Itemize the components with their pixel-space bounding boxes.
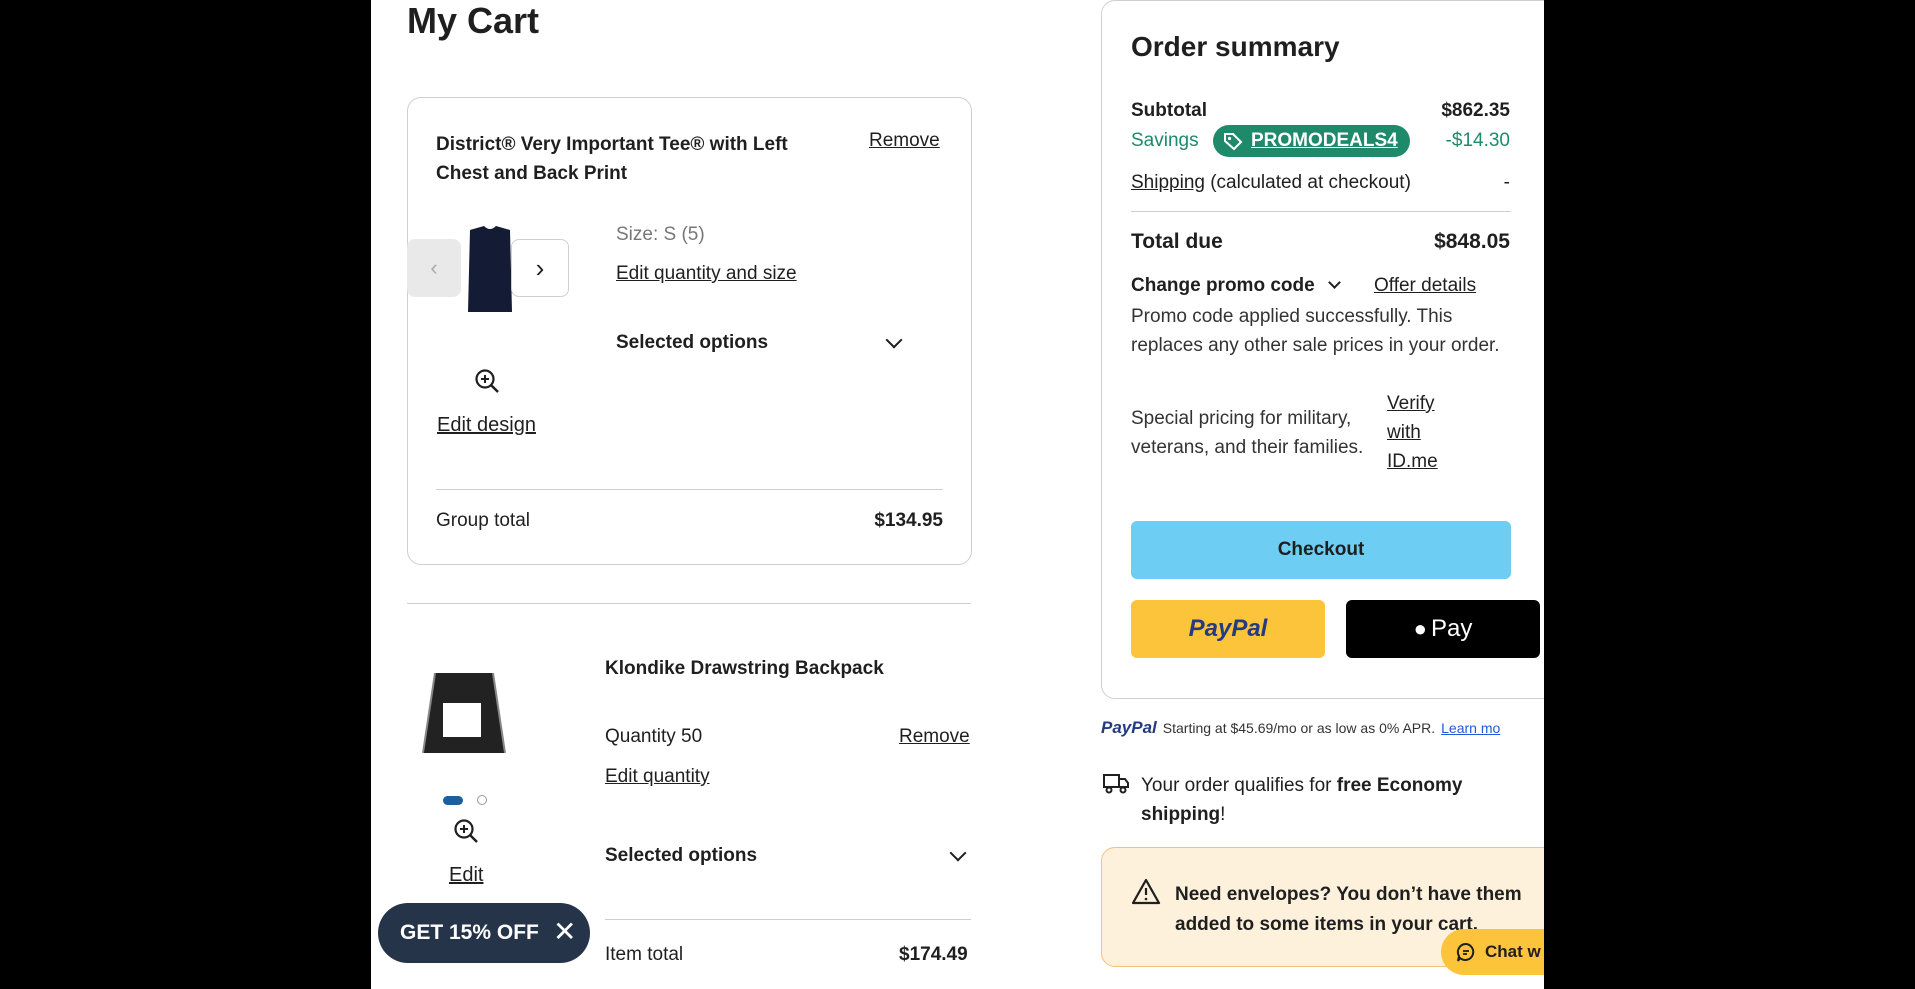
zoom-in-icon[interactable] <box>474 368 500 394</box>
free-shipping-bold: free Economy <box>1336 775 1463 796</box>
free-shipping-bold: shipping <box>1141 804 1221 825</box>
chevron-right-icon: › <box>535 252 545 283</box>
chevron-left-icon: ‹ <box>430 255 438 280</box>
shipping-row: Shipping (calculated at checkout) <box>1131 172 1411 194</box>
divider <box>436 489 943 490</box>
product-name: Klondike Drawstring Backpack <box>605 658 884 679</box>
shipping-link[interactable]: Shipping <box>1131 172 1205 193</box>
apple-icon: ● <box>1413 616 1427 641</box>
learn-more-link[interactable]: Learn mo <box>1441 720 1500 736</box>
edit-quantity-size-link[interactable]: Edit quantity and size <box>616 263 797 285</box>
chat-button[interactable]: Chat w <box>1441 929 1544 975</box>
carousel-dot[interactable] <box>477 795 487 805</box>
paypal-button[interactable]: PayPal <box>1131 600 1325 658</box>
paypal-note: Starting at $45.69/mo or as low as 0% AP… <box>1162 720 1436 736</box>
promo-pill-label: GET 15% OFF <box>400 921 539 944</box>
free-shipping-message: Your order qualifies for free Economy sh… <box>1141 771 1462 829</box>
verify-idme-link[interactable]: Verify with ID.me <box>1387 389 1438 476</box>
edit-link[interactable]: Edit <box>449 864 483 887</box>
promo-message-line: replaces any other sale prices in your o… <box>1131 335 1500 356</box>
verify-link-line: Verify <box>1387 393 1435 414</box>
item-total-label: Item total <box>605 944 684 965</box>
promo-pill[interactable]: GET 15% OFF ✕ <box>378 903 590 963</box>
verify-link-line: ID.me <box>1387 451 1438 472</box>
subtotal-label: Subtotal <box>1131 100 1207 121</box>
order-summary-card: Order summary Subtotal $862.35 Savings P… <box>1101 0 1544 699</box>
chevron-down-icon[interactable] <box>885 331 903 349</box>
checkout-button[interactable]: Checkout <box>1131 521 1511 579</box>
shipping-note: (calculated at checkout) <box>1210 172 1411 193</box>
zoom-in-icon[interactable] <box>453 818 479 844</box>
page-title: My Cart <box>407 0 540 41</box>
chevron-down-icon[interactable] <box>949 844 967 862</box>
promo-message: Promo code applied successfully. This re… <box>1131 302 1500 360</box>
special-pricing-line: Special pricing for military, <box>1131 408 1352 429</box>
carousel-prev-button[interactable]: ‹ <box>407 239 461 297</box>
savings-value: -$14.30 <box>1445 130 1510 151</box>
size-text: Size: S (5) <box>616 224 705 245</box>
special-pricing-line: veterans, and their families. <box>1131 437 1364 458</box>
free-shipping-text: Your order qualifies for <box>1141 775 1337 796</box>
verify-link-line: with <box>1387 422 1421 443</box>
cart-item-card: District® Very Important Tee® with Left … <box>407 97 972 565</box>
item-total-value: $174.49 <box>899 944 968 965</box>
group-total-label: Group total <box>436 510 530 531</box>
selected-options-toggle[interactable]: Selected options <box>616 332 768 354</box>
chat-icon <box>1456 942 1475 962</box>
product-name-line: Chest and Back Print <box>436 163 628 184</box>
carousel-next-button[interactable]: › <box>511 239 569 297</box>
subtotal-value: $862.35 <box>1441 100 1510 121</box>
total-value: $848.05 <box>1434 230 1510 253</box>
promo-code-text: PROMODEALS4 <box>1251 130 1398 151</box>
remove-link[interactable]: Remove <box>899 726 970 748</box>
product-name-line: District® Very Important Tee® with Left <box>436 134 788 155</box>
paypal-logo-icon: PayPal <box>1101 718 1157 737</box>
edit-design-link[interactable]: Edit design <box>437 414 536 437</box>
warning-icon <box>1131 878 1161 905</box>
envelope-warning-line: Need envelopes? You don’t have them <box>1175 884 1522 905</box>
savings-label: Savings <box>1131 130 1199 151</box>
divider <box>605 919 971 920</box>
edit-quantity-link[interactable]: Edit quantity <box>605 766 710 788</box>
group-total-value: $134.95 <box>874 510 943 531</box>
quantity-text: Quantity 50 <box>605 726 703 747</box>
chevron-down-icon <box>1328 276 1341 289</box>
shipping-value: - <box>1503 172 1510 193</box>
divider <box>1131 211 1511 212</box>
change-promo-toggle[interactable]: Change promo code <box>1131 275 1341 297</box>
offer-details-link[interactable]: Offer details <box>1374 275 1476 297</box>
special-pricing-text: Special pricing for military, veterans, … <box>1131 404 1363 462</box>
product-name: District® Very Important Tee® with Left … <box>436 130 788 188</box>
free-shipping-end: ! <box>1220 804 1226 825</box>
summary-title: Order summary <box>1131 31 1340 62</box>
change-promo-label: Change promo code <box>1131 275 1315 296</box>
cart-page: My Cart District® Very Important Tee® wi… <box>371 0 1544 989</box>
carousel-dot-active[interactable] <box>443 796 463 805</box>
close-icon[interactable]: ✕ <box>553 915 576 948</box>
divider <box>407 603 971 604</box>
apple-pay-label: Pay <box>1430 615 1473 642</box>
remove-link[interactable]: Remove <box>869 130 940 152</box>
paypal-pay-later: PayPal Starting at $45.69/mo or as low a… <box>1101 718 1500 738</box>
promo-message-line: Promo code applied successfully. This <box>1131 306 1453 327</box>
truck-icon <box>1103 774 1129 794</box>
backpack-image <box>422 672 506 754</box>
tag-icon <box>1224 133 1243 151</box>
apple-pay-button[interactable]: ● Pay <box>1346 600 1540 658</box>
total-label: Total due <box>1131 230 1223 253</box>
promo-code-badge[interactable]: PROMODEALS4 <box>1213 125 1410 157</box>
chat-label: Chat w <box>1485 942 1541 961</box>
selected-options-toggle[interactable]: Selected options <box>605 845 757 867</box>
